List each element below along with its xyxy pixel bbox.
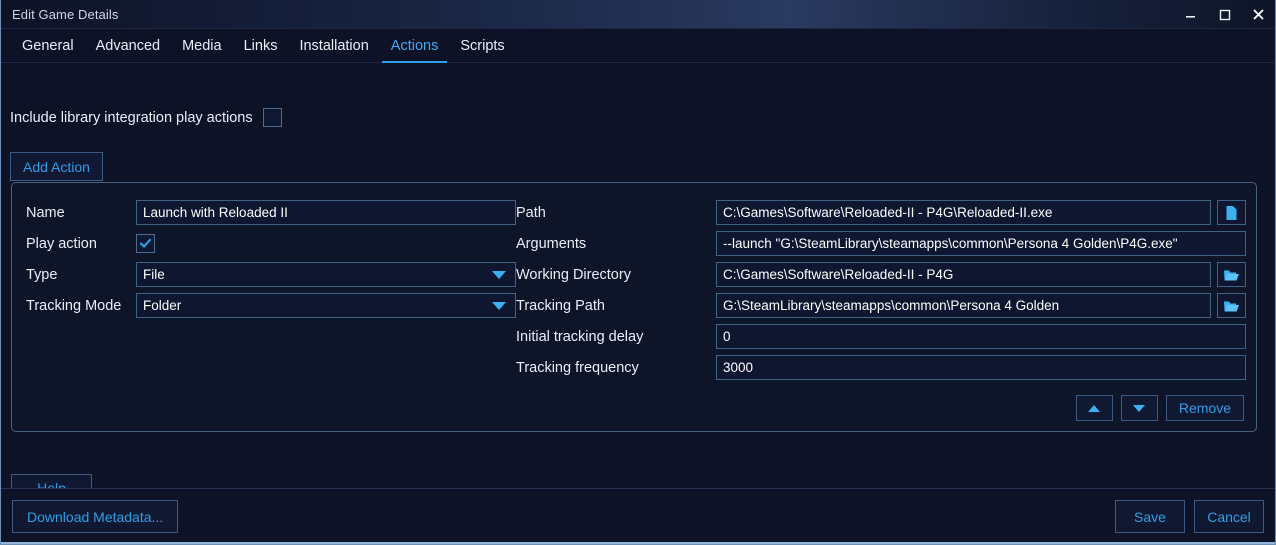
action-arguments-input[interactable]: --launch "G:\SteamLibrary\steamapps\comm…: [716, 231, 1246, 256]
action-tracking-path-input[interactable]: G:\SteamLibrary\steamapps\common\Persona…: [716, 293, 1211, 318]
action-name-input[interactable]: Launch with Reloaded II: [136, 200, 516, 225]
remove-action-button[interactable]: Remove: [1165, 395, 1244, 421]
close-icon: [1252, 9, 1264, 20]
checkmark-icon: [139, 238, 152, 248]
action-right-column: Path C:\Games\Software\Reloaded-II - P4G…: [516, 197, 1246, 383]
browse-tracking-path-button[interactable]: [1217, 293, 1246, 318]
window-controls: [1173, 0, 1275, 29]
action-tracking-mode-select[interactable]: Folder: [136, 293, 516, 318]
chevron-down-icon: [491, 270, 507, 280]
tab-general[interactable]: General: [11, 29, 85, 62]
action-arguments-label: Arguments: [516, 235, 587, 252]
action-type-label: Type: [26, 266, 58, 283]
tab-scripts[interactable]: Scripts: [449, 29, 515, 62]
action-path-row: Path C:\Games\Software\Reloaded-II - P4G…: [516, 197, 1246, 228]
minimize-button[interactable]: [1173, 0, 1207, 29]
tab-actions[interactable]: Actions: [380, 29, 450, 63]
edit-game-details-dialog: Edit Game Details General Advanced Media…: [0, 0, 1276, 545]
close-button[interactable]: [1241, 0, 1275, 29]
action-path-input[interactable]: C:\Games\Software\Reloaded-II - P4G\Relo…: [716, 200, 1211, 225]
action-type-value: File: [143, 267, 165, 282]
tab-installation[interactable]: Installation: [288, 29, 379, 62]
tab-media[interactable]: Media: [171, 29, 233, 62]
action-name-row: Name Launch with Reloaded II: [26, 197, 516, 228]
maximize-icon: [1219, 9, 1230, 21]
window-bottom-edge: [1, 542, 1275, 544]
maximize-button[interactable]: [1207, 0, 1241, 29]
action-type-select[interactable]: File: [136, 262, 516, 287]
move-down-icon: [1133, 404, 1146, 412]
action-tracking-frequency-label: Tracking frequency: [516, 359, 639, 376]
window-title: Edit Game Details: [12, 6, 119, 22]
browse-working-directory-button[interactable]: [1217, 262, 1246, 287]
add-action-button[interactable]: Add Action: [10, 152, 103, 181]
footer-right-buttons: Save Cancel: [1115, 500, 1264, 533]
chevron-down-icon: [491, 301, 507, 311]
tab-links[interactable]: Links: [233, 29, 289, 62]
action-left-column: Name Launch with Reloaded II Play action…: [26, 197, 516, 321]
action-item-buttons: Remove: [1075, 395, 1244, 421]
file-icon: [1226, 205, 1237, 220]
include-library-integration-label: Include library integration play actions: [10, 109, 253, 126]
action-tracking-mode-label: Tracking Mode: [26, 297, 122, 314]
action-initial-tracking-delay-label: Initial tracking delay: [516, 328, 644, 345]
action-working-directory-input[interactable]: C:\Games\Software\Reloaded-II - P4G: [716, 262, 1211, 287]
include-library-integration-checkbox[interactable]: [262, 108, 282, 127]
folder-icon: [1224, 301, 1239, 311]
action-tracking-frequency-row: Tracking frequency 3000: [516, 352, 1246, 383]
action-tracking-mode-value: Folder: [143, 298, 182, 313]
tab-bar: General Advanced Media Links Installatio…: [1, 29, 1275, 63]
move-action-down-button[interactable]: [1120, 395, 1158, 421]
actions-tab-panel: Include library integration play actions…: [1, 63, 1275, 502]
action-arguments-row: Arguments --launch "G:\SteamLibrary\stea…: [516, 228, 1246, 259]
action-tracking-path-label: Tracking Path: [516, 297, 605, 314]
title-bar: Edit Game Details: [1, 0, 1275, 29]
action-item-panel: Name Launch with Reloaded II Play action…: [11, 182, 1257, 432]
action-working-directory-label: Working Directory: [516, 266, 631, 283]
action-play-action-checkbox[interactable]: [136, 234, 155, 253]
cancel-button[interactable]: Cancel: [1194, 500, 1264, 533]
minimize-icon: [1185, 16, 1195, 18]
move-up-icon: [1088, 404, 1101, 412]
action-tracking-frequency-input[interactable]: 3000: [716, 355, 1246, 380]
download-metadata-button[interactable]: Download Metadata...: [12, 500, 179, 533]
action-type-row: Type File: [26, 259, 516, 290]
dialog-footer: Download Metadata... Save Cancel: [1, 488, 1275, 544]
save-button[interactable]: Save: [1115, 500, 1185, 533]
tab-advanced[interactable]: Advanced: [85, 29, 172, 62]
folder-icon: [1224, 270, 1239, 280]
action-tracking-path-row: Tracking Path G:\SteamLibrary\steamapps\…: [516, 290, 1246, 321]
action-name-label: Name: [26, 204, 65, 221]
action-initial-tracking-delay-row: Initial tracking delay 0: [516, 321, 1246, 352]
include-library-integration-row: Include library integration play actions: [10, 108, 282, 127]
action-working-directory-row: Working Directory C:\Games\Software\Relo…: [516, 259, 1246, 290]
action-play-action-row: Play action: [26, 228, 516, 259]
browse-file-button[interactable]: [1217, 200, 1246, 225]
action-initial-tracking-delay-input[interactable]: 0: [716, 324, 1246, 349]
move-action-up-button[interactable]: [1075, 395, 1113, 421]
action-play-action-label: Play action: [26, 235, 97, 252]
action-tracking-mode-row: Tracking Mode Folder: [26, 290, 516, 321]
action-path-label: Path: [516, 204, 546, 221]
